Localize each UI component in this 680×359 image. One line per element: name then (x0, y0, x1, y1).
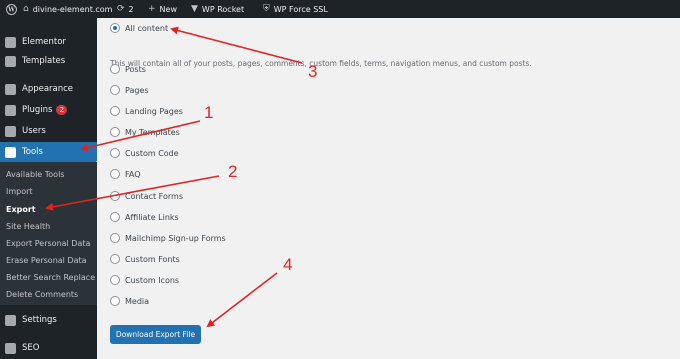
submenu-item-export[interactable]: Export (6, 205, 36, 214)
wp-force-ssl-link[interactable]: ⛨ WP Force SSL (263, 0, 328, 18)
plugins-update-badge: 2 (56, 105, 67, 115)
sidebar-item-tools[interactable]: Tools (0, 142, 97, 162)
sidebar-item-label: Templates (22, 56, 66, 66)
radio-posts[interactable]: Posts (110, 64, 146, 74)
plus-icon: + (148, 4, 156, 14)
wp-force-ssl-label: WP Force SSL (273, 4, 328, 14)
radio-pages[interactable]: Pages (110, 85, 149, 95)
sidebar-item-appearance[interactable]: Appearance (0, 79, 97, 99)
radio-label: Mailchimp Sign-up Forms (125, 233, 226, 243)
radio-button[interactable] (110, 296, 120, 306)
radio-button[interactable] (110, 233, 120, 243)
annotation-label-4: 4 (283, 255, 293, 274)
radio-landing-pages[interactable]: Landing Pages (110, 106, 183, 116)
annotation-label-3: 3 (308, 62, 318, 81)
appearance-icon (5, 83, 16, 95)
radio-label: FAQ (125, 169, 141, 179)
update-icon: ⟳ (117, 4, 125, 14)
submenu-item-site-health[interactable]: Site Health (6, 222, 50, 231)
radio-label: Custom Icons (125, 275, 180, 285)
radio-label: Posts (125, 64, 146, 74)
templates-icon (5, 55, 16, 67)
submenu-item-delete-comments[interactable]: Delete Comments (6, 290, 78, 299)
radio-button[interactable] (110, 169, 120, 179)
radio-custom-fonts[interactable]: Custom Fonts (110, 254, 180, 264)
all-content-description: This will contain all of your posts, pag… (110, 59, 532, 68)
updates-link[interactable]: ⟳ 2 (117, 0, 134, 18)
wp-rocket-link[interactable]: ▼ WP Rocket (191, 0, 244, 18)
sidebar-item-label: Users (22, 126, 46, 136)
radio-mailchimp-signup-forms[interactable]: Mailchimp Sign-up Forms (110, 233, 226, 243)
sidebar-item-seo[interactable]: SEO (0, 338, 97, 358)
updates-count: 2 (128, 4, 134, 14)
seo-icon (5, 342, 16, 354)
radio-all-content[interactable]: All content (110, 23, 168, 33)
submenu-item-available-tools[interactable]: Available Tools (6, 170, 64, 179)
tools-submenu: Available Tools Import Export Site Healt… (0, 162, 97, 305)
new-label: New (159, 4, 177, 14)
radio-faq[interactable]: FAQ (110, 169, 141, 179)
submenu-item-import[interactable]: Import (6, 187, 33, 196)
radio-label: Custom Fonts (125, 254, 180, 264)
sidebar-item-settings[interactable]: Settings (0, 310, 97, 330)
radio-button[interactable] (110, 254, 120, 264)
radio-custom-code[interactable]: Custom Code (110, 148, 179, 158)
sidebar-item-users[interactable]: Users (0, 121, 97, 141)
submenu-item-better-search-replace[interactable]: Better Search Replace (6, 273, 95, 282)
sidebar-item-label: Settings (22, 315, 57, 325)
admin-bar: W ⌂ divine-element.com ⟳ 2 + New ▼ WP Ro… (0, 0, 680, 18)
radio-label: Custom Code (125, 148, 179, 158)
site-name-link[interactable]: ⌂ divine-element.com (23, 0, 112, 18)
radio-label: Contact Forms (125, 191, 183, 201)
sidebar-item-label: Appearance (22, 84, 74, 94)
radio-label: All content (125, 23, 169, 33)
users-icon (5, 125, 16, 137)
radio-button[interactable] (110, 275, 120, 285)
sidebar-item-elementor[interactable]: Elementor (0, 32, 97, 52)
submenu-item-erase-personal-data[interactable]: Erase Personal Data (6, 256, 87, 265)
site-name: divine-element.com (32, 4, 113, 14)
sidebar-item-label: SEO (22, 343, 40, 353)
plugins-icon (5, 104, 16, 116)
shield-icon: ⛨ (263, 4, 270, 14)
radio-label: Pages (125, 85, 149, 95)
radio-label: Media (125, 296, 150, 306)
sidebar-item-label: Tools (22, 147, 43, 157)
sidebar-item-templates[interactable]: Templates (0, 51, 97, 71)
submenu-item-export-personal-data[interactable]: Export Personal Data (6, 239, 90, 248)
wordpress-logo-icon[interactable]: W (6, 0, 17, 18)
radio-label: Affiliate Links (125, 212, 179, 222)
svg-text:W: W (7, 6, 15, 13)
export-content: All content This will contain all of you… (97, 18, 680, 359)
radio-contact-forms[interactable]: Contact Forms (110, 191, 183, 201)
sidebar-item-label: Plugins (22, 105, 53, 115)
radio-button[interactable] (110, 23, 120, 33)
radio-label: My Templates (125, 127, 180, 137)
annotation-label-1: 1 (204, 103, 214, 122)
radio-button[interactable] (110, 212, 120, 222)
radio-affiliate-links[interactable]: Affiliate Links (110, 212, 179, 222)
radio-custom-icons[interactable]: Custom Icons (110, 275, 179, 285)
download-export-file-button[interactable]: Download Export File (110, 325, 201, 344)
radio-button[interactable] (110, 85, 120, 95)
radio-button[interactable] (110, 127, 120, 137)
radio-my-templates[interactable]: My Templates (110, 127, 180, 137)
annotation-label-2: 2 (228, 162, 238, 181)
wrench-icon (5, 146, 16, 158)
radio-button[interactable] (110, 64, 120, 74)
home-icon: ⌂ (23, 4, 29, 14)
radio-media[interactable]: Media (110, 296, 149, 306)
new-content-link[interactable]: + New (148, 0, 177, 18)
radio-label: Landing Pages (125, 106, 183, 116)
sidebar-item-plugins[interactable]: Plugins 2 (0, 100, 97, 120)
radio-button[interactable] (110, 106, 120, 116)
radio-button[interactable] (110, 191, 120, 201)
settings-icon (5, 314, 16, 326)
sidebar-item-label: Elementor (22, 37, 66, 47)
elementor-icon (5, 36, 16, 48)
radio-button[interactable] (110, 148, 120, 158)
wp-rocket-label: WP Rocket (201, 4, 245, 14)
wp-rocket-icon: ▼ (191, 4, 198, 14)
